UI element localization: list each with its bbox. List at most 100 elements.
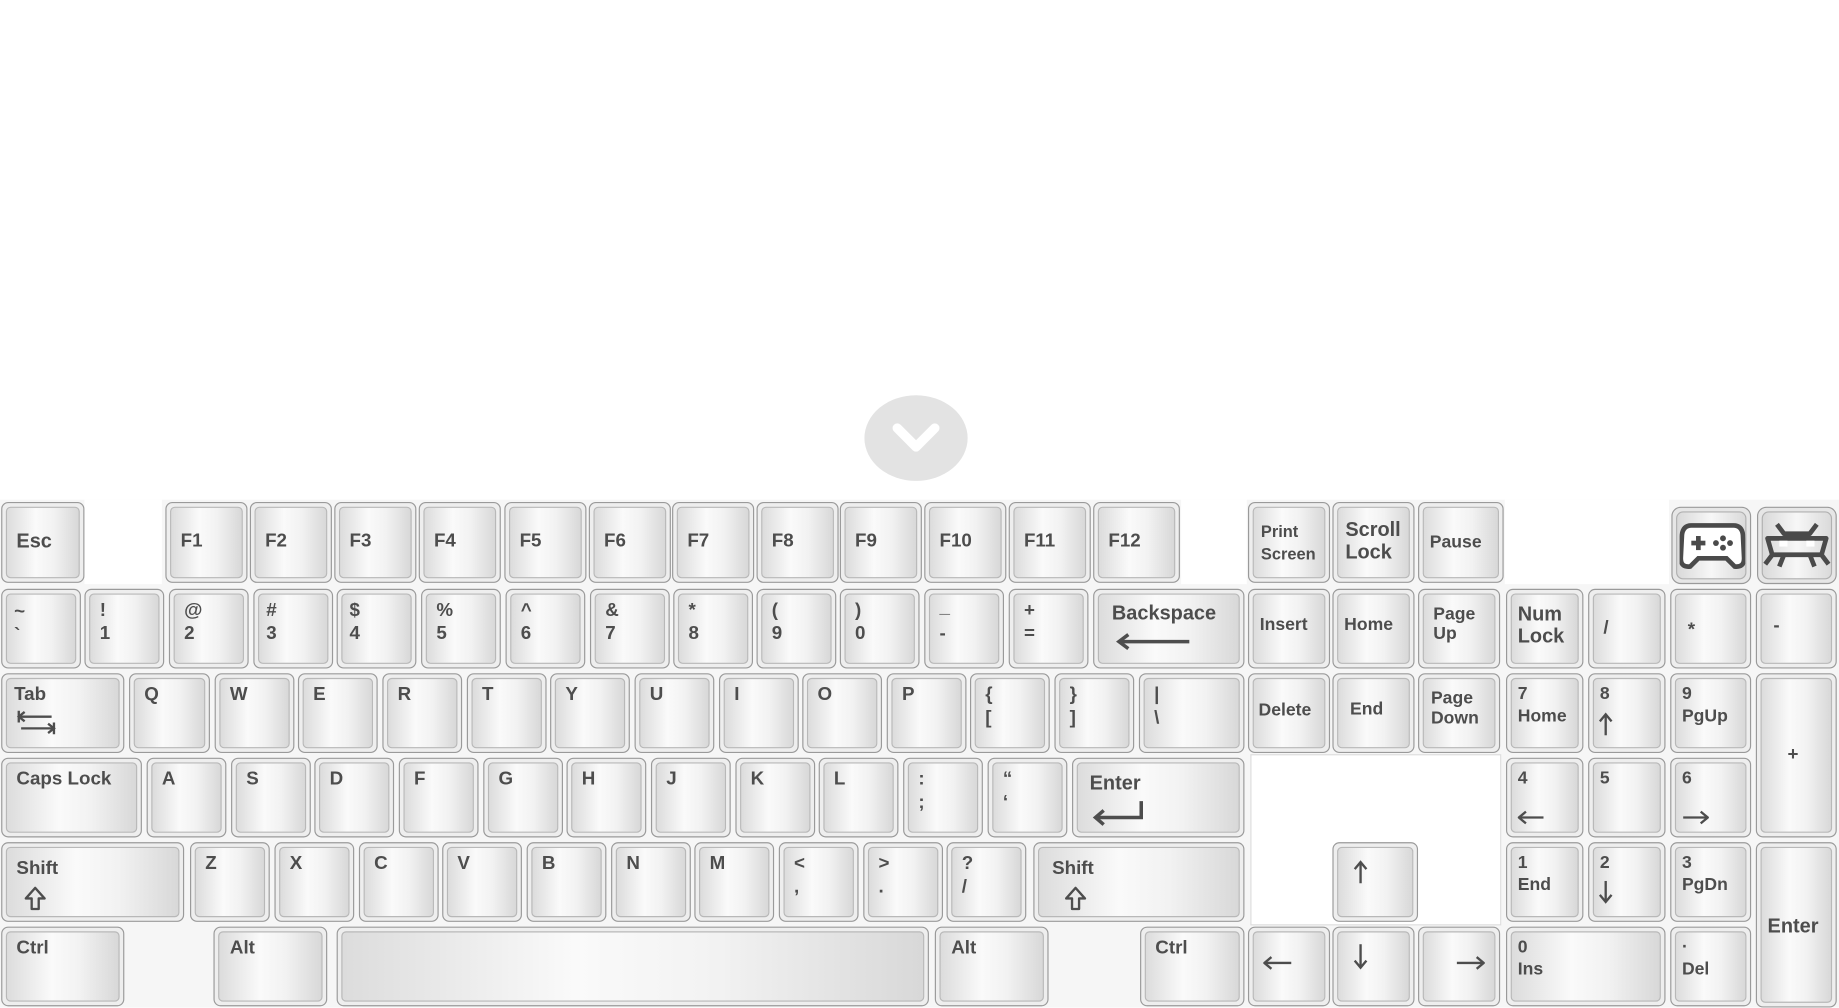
key-e[interactable]: E xyxy=(297,673,378,754)
key-d[interactable]: D xyxy=(314,757,395,838)
key-numpad-enter[interactable]: Enter xyxy=(1755,842,1837,1008)
key-t[interactable]: T xyxy=(466,673,547,754)
key-numpad-5[interactable]: 5 xyxy=(1588,757,1666,838)
key-numpad-divide[interactable]: / xyxy=(1588,588,1666,669)
key-right-ctrl[interactable]: Ctrl xyxy=(1140,926,1245,1007)
key-numpad-9[interactable]: 9 PgUp xyxy=(1670,673,1752,754)
key-2[interactable]: @2 xyxy=(168,588,249,669)
key-arrow-down[interactable] xyxy=(1332,926,1415,1007)
key-y[interactable]: Y xyxy=(550,673,630,754)
key-k[interactable]: K xyxy=(735,757,816,838)
key-slash[interactable]: ? / xyxy=(946,842,1027,922)
key-page-down[interactable]: Page Down xyxy=(1418,673,1501,754)
key-s[interactable]: S xyxy=(231,757,311,838)
key-3[interactable]: #3 xyxy=(253,588,334,669)
key-backtick[interactable]: ~ ` xyxy=(1,588,81,669)
key-print-screen[interactable]: Print Screen xyxy=(1247,502,1331,583)
key-6[interactable]: ^ 6 xyxy=(505,588,586,669)
key-p[interactable]: P xyxy=(886,673,967,754)
key-left-ctrl[interactable]: Ctrl xyxy=(1,926,125,1007)
key-numpad-multiply[interactable]: * xyxy=(1670,588,1752,669)
key-backslash[interactable]: | \ xyxy=(1138,673,1245,754)
key-left-shift[interactable]: Shift xyxy=(1,842,185,922)
key-f12[interactable]: F12 xyxy=(1093,502,1180,583)
collapse-keyboard-button[interactable] xyxy=(864,395,968,481)
key-quote[interactable]: “‘ xyxy=(987,757,1068,838)
key-right-shift[interactable]: Shift xyxy=(1033,842,1245,922)
retroarch-menu-button[interactable] xyxy=(1757,506,1837,585)
key-c[interactable]: C xyxy=(358,842,439,922)
key-f5[interactable]: F5 xyxy=(504,502,587,583)
key-v[interactable]: V xyxy=(442,842,522,922)
key-b[interactable]: B xyxy=(526,842,607,922)
key-1[interactable]: ! 1 xyxy=(84,588,165,669)
key-o[interactable]: O xyxy=(802,673,883,754)
key-right-alt[interactable]: Alt xyxy=(934,926,1049,1007)
key-4[interactable]: $4 xyxy=(336,588,417,669)
key-9[interactable]: (9 xyxy=(756,588,837,669)
key-end[interactable]: End xyxy=(1332,673,1415,754)
key-f[interactable]: F xyxy=(398,757,479,838)
key-insert[interactable]: Insert xyxy=(1247,588,1331,669)
key-equals[interactable]: + = xyxy=(1008,588,1089,669)
key-h[interactable]: H xyxy=(566,757,647,838)
key-numpad-4[interactable]: 4 xyxy=(1506,757,1584,838)
key-8[interactable]: * 8 xyxy=(673,588,754,669)
key-left-alt[interactable]: Alt xyxy=(213,926,328,1007)
key-arrow-left[interactable] xyxy=(1247,926,1331,1007)
key-enter[interactable]: Enter xyxy=(1072,757,1245,838)
key-numpad-3[interactable]: 3 PgDn xyxy=(1670,842,1752,922)
key-numpad-decimal[interactable]: . Del xyxy=(1670,926,1752,1007)
key-period[interactable]: >. xyxy=(863,842,944,922)
key-numpad-2[interactable]: 2 xyxy=(1588,842,1666,922)
key-numpad-1[interactable]: 1 End xyxy=(1506,842,1584,922)
key-arrow-right[interactable] xyxy=(1418,926,1501,1007)
key-home[interactable]: Home xyxy=(1332,588,1415,669)
key-numpad-8[interactable]: 8 xyxy=(1588,673,1666,754)
key-pause[interactable]: Pause xyxy=(1418,502,1504,583)
key-m[interactable]: M xyxy=(694,842,775,922)
key-f4[interactable]: F4 xyxy=(418,502,501,583)
key-i[interactable]: I xyxy=(718,673,799,754)
key-x[interactable]: X xyxy=(274,842,355,922)
key-n[interactable]: N xyxy=(611,842,691,922)
key-r[interactable]: R xyxy=(382,673,463,754)
key-7[interactable]: & 7 xyxy=(589,588,670,669)
key-f6[interactable]: F6 xyxy=(588,502,671,583)
key-scroll-lock[interactable]: Scroll Lock xyxy=(1332,502,1415,583)
key-f9[interactable]: F9 xyxy=(839,502,922,583)
key-numpad-7[interactable]: 7 Home xyxy=(1506,673,1584,754)
key-num-lock[interactable]: Num Lock xyxy=(1506,588,1584,669)
key-j[interactable]: J xyxy=(650,757,731,838)
gamepad-toggle-button[interactable] xyxy=(1671,506,1752,585)
key-l[interactable]: L xyxy=(818,757,899,838)
key-left-bracket[interactable]: {[ xyxy=(969,673,1050,754)
key-comma[interactable]: <, xyxy=(778,842,859,922)
key-5[interactable]: % 5 xyxy=(421,588,501,669)
key-0[interactable]: ) 0 xyxy=(839,588,920,669)
key-w[interactable]: W xyxy=(214,673,295,754)
key-f2[interactable]: F2 xyxy=(249,502,332,583)
key-numpad-minus[interactable]: - xyxy=(1755,588,1837,669)
key-u[interactable]: U xyxy=(634,673,715,754)
key-backspace[interactable]: Backspace xyxy=(1093,588,1245,669)
key-numpad-plus[interactable]: + xyxy=(1755,673,1837,838)
key-q[interactable]: Q xyxy=(129,673,210,754)
key-right-bracket[interactable]: }] xyxy=(1054,673,1135,754)
key-numpad-0[interactable]: 0 Ins xyxy=(1506,926,1666,1007)
key-semicolon[interactable]: :; xyxy=(903,757,983,838)
key-minus[interactable]: _ - xyxy=(924,588,1005,669)
key-g[interactable]: G xyxy=(483,757,563,838)
key-arrow-up[interactable] xyxy=(1332,842,1419,922)
key-page-up[interactable]: Page Up xyxy=(1418,588,1501,669)
key-f7[interactable]: F7 xyxy=(672,502,755,583)
key-f8[interactable]: F8 xyxy=(756,502,839,583)
key-delete[interactable]: Delete xyxy=(1247,673,1331,754)
key-tab[interactable]: Tab xyxy=(1,673,125,754)
key-space[interactable] xyxy=(336,926,929,1007)
key-f11[interactable]: F11 xyxy=(1008,502,1091,583)
key-caps-lock[interactable]: Caps Lock xyxy=(1,757,142,838)
key-z[interactable]: Z xyxy=(190,842,270,922)
key-f3[interactable]: F3 xyxy=(334,502,417,583)
key-f1[interactable]: F1 xyxy=(165,502,248,583)
